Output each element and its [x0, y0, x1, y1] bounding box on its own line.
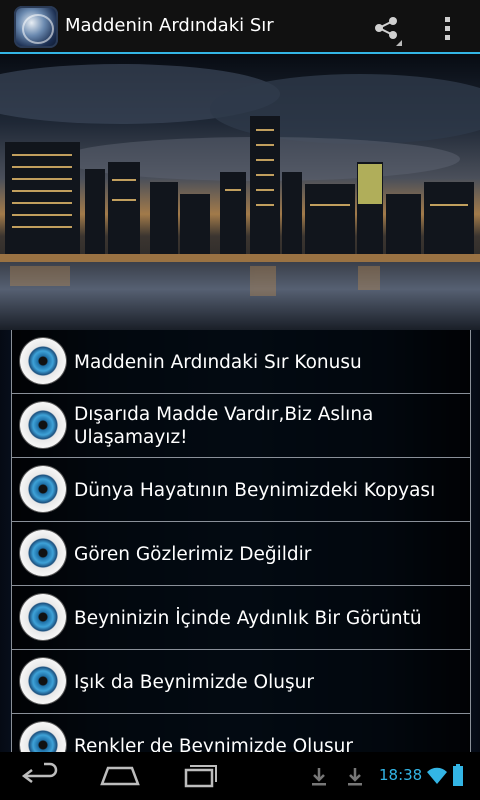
list-item[interactable]: Gören Gözlerimiz Değildir	[12, 522, 470, 586]
list-item[interactable]: Işık da Beynimizde Oluşur	[12, 650, 470, 714]
back-button[interactable]	[10, 756, 70, 796]
topic-list: Maddenin Ardındaki Sır Konusu Dışarıda M…	[11, 330, 471, 752]
eye-icon	[20, 722, 66, 752]
back-icon	[21, 762, 58, 783]
eye-icon	[20, 658, 66, 704]
wifi-icon	[427, 767, 447, 784]
list-item-label: Renkler de Beynimizde Oluşur	[74, 735, 354, 753]
system-navigation-bar: 18:38	[0, 752, 480, 800]
app-title: Maddenin Ardındaki Sır	[65, 15, 274, 36]
list-item-label: Işık da Beynimizde Oluşur	[74, 671, 314, 693]
action-bar: Maddenin Ardındaki Sır	[0, 0, 480, 54]
eye-icon	[20, 530, 66, 576]
home-button[interactable]	[90, 756, 150, 796]
battery-icon	[453, 764, 463, 786]
list-item[interactable]: Maddenin Ardındaki Sır Konusu	[12, 330, 470, 394]
list-item[interactable]: Dünya Hayatının Beynimizdeki Kopyası	[12, 458, 470, 522]
app-logo-icon[interactable]	[14, 6, 58, 48]
recent-apps-icon	[184, 765, 217, 788]
city-skyline-graphic	[0, 54, 480, 330]
eye-icon	[20, 594, 66, 640]
recent-apps-button[interactable]	[170, 756, 230, 796]
list-item[interactable]: Renkler de Beynimizde Oluşur	[12, 714, 470, 752]
download-icon	[348, 768, 362, 786]
eye-icon	[20, 402, 66, 448]
overflow-menu-button[interactable]	[428, 8, 468, 48]
list-item-label: Maddenin Ardındaki Sır Konusu	[74, 351, 362, 373]
eye-icon	[20, 338, 66, 384]
list-item[interactable]: Dışarıda Madde Vardır,Biz Aslına Ulaşama…	[12, 394, 470, 458]
share-icon	[375, 17, 402, 46]
share-button[interactable]	[366, 8, 408, 48]
list-item-label: Beyninizin İçinde Aydınlık Bir Görüntü	[74, 607, 422, 629]
list-item-label: Dünya Hayatının Beynimizdeki Kopyası	[74, 479, 436, 501]
list-background: Maddenin Ardındaki Sır Konusu Dışarıda M…	[0, 330, 480, 752]
list-item[interactable]: Beyninizin İçinde Aydınlık Bir Görüntü	[12, 586, 470, 650]
download-icon	[312, 768, 326, 786]
eye-icon	[20, 466, 66, 512]
home-icon	[100, 766, 140, 786]
list-item-label: Gören Gözlerimiz Değildir	[74, 543, 312, 565]
header-city-image	[0, 54, 480, 330]
list-item-label: Dışarıda Madde Vardır,Biz Aslına Ulaşama…	[74, 404, 374, 448]
status-clock: 18:38	[379, 766, 423, 784]
overflow-menu-icon	[445, 17, 450, 22]
